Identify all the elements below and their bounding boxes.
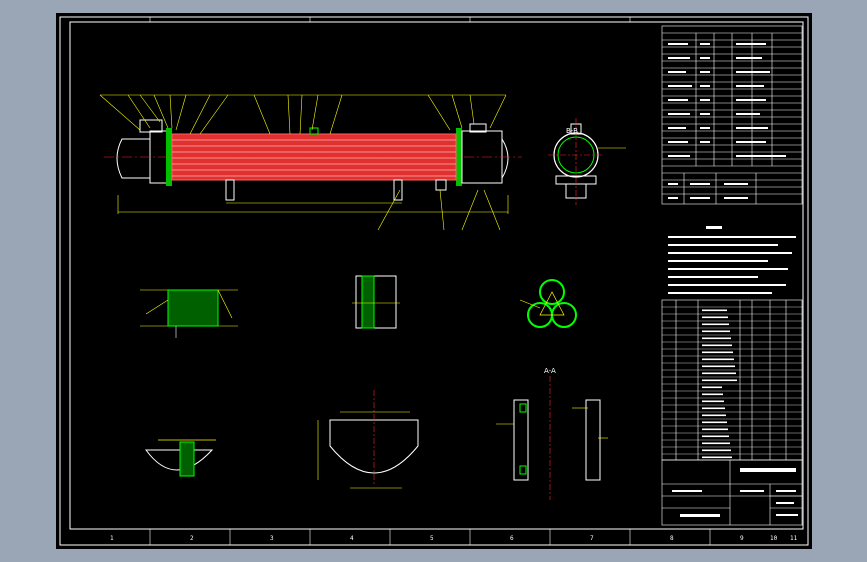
bom-row-text-mark [702,393,723,396]
zone-number: 4 [350,535,354,542]
bom-row-text-mark [702,309,727,312]
bom-row-text-mark [702,442,730,445]
zone-number: 1 [110,535,114,542]
section-bb-title: B-B [566,127,578,135]
bom-row-text-mark [702,414,726,417]
bom-row-text-mark [702,407,725,410]
bom-row-text-mark [702,386,722,389]
zone-number: 6 [510,535,514,542]
zone-number: 10 [770,535,778,542]
bom-row-text-mark [702,456,732,459]
bom-row-text-mark [702,379,737,382]
zone-number: 8 [670,535,674,542]
zone-number: 2 [190,535,194,542]
bom-row-text-mark [702,316,728,319]
zone-number: 7 [590,535,594,542]
zone-number: 9 [740,535,744,542]
bom-row-text-mark [702,337,731,340]
bom-row-text-mark [702,323,729,326]
bom-row-text-mark [702,428,728,431]
zone-number: 11 [790,535,798,542]
bom-row-text-mark [702,330,730,333]
bom-row-text-mark [702,372,736,375]
bom-row-text-mark [702,449,731,452]
zone-number: 5 [430,535,434,542]
bom-row-text-mark [702,421,727,424]
bom-row-text-mark [702,400,724,403]
bom-row-text-mark [702,358,734,361]
zone-number: 3 [270,535,274,542]
bom-row-text-mark [702,435,729,438]
cad-drawing-canvas: 1 2 3 4 5 6 7 8 9 10 11 B-B A-A [56,13,812,549]
bom-row-text-mark [702,365,735,368]
bom-row-text-mark [702,351,733,354]
bom-row-text-mark [702,344,732,347]
section-aa-title: A-A [544,367,556,375]
